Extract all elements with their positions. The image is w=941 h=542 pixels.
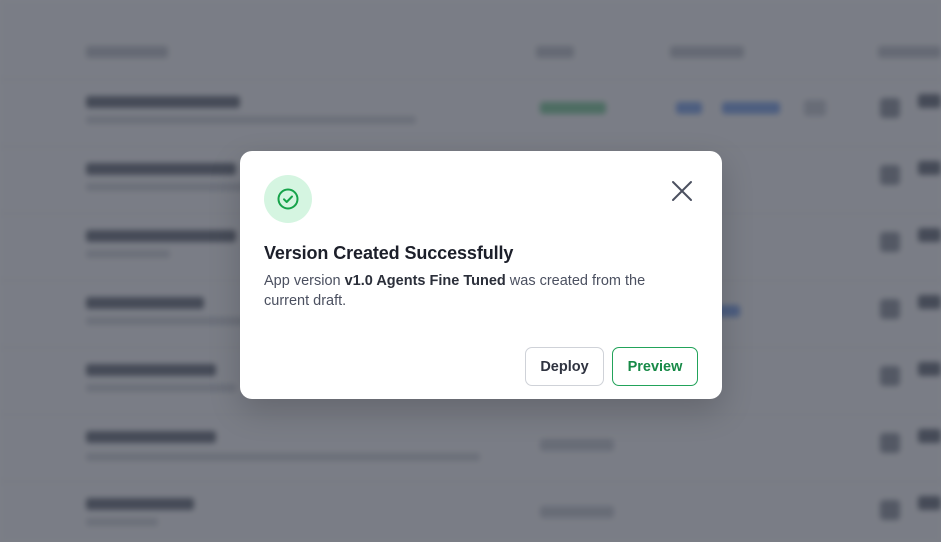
message-prefix: App version	[264, 273, 345, 289]
check-circle-icon	[277, 188, 299, 210]
version-created-dialog: Version Created Successfully App version…	[240, 151, 722, 399]
deploy-button[interactable]: Deploy	[525, 347, 604, 386]
preview-button[interactable]: Preview	[612, 347, 698, 386]
close-icon	[672, 181, 692, 201]
dialog-title: Version Created Successfully	[264, 243, 514, 263]
dialog-message: App version v1.0 Agents Fine Tuned was c…	[264, 271, 684, 311]
version-name: v1.0 Agents Fine Tuned	[344, 273, 506, 289]
success-badge	[264, 175, 312, 223]
close-button[interactable]	[666, 175, 698, 207]
